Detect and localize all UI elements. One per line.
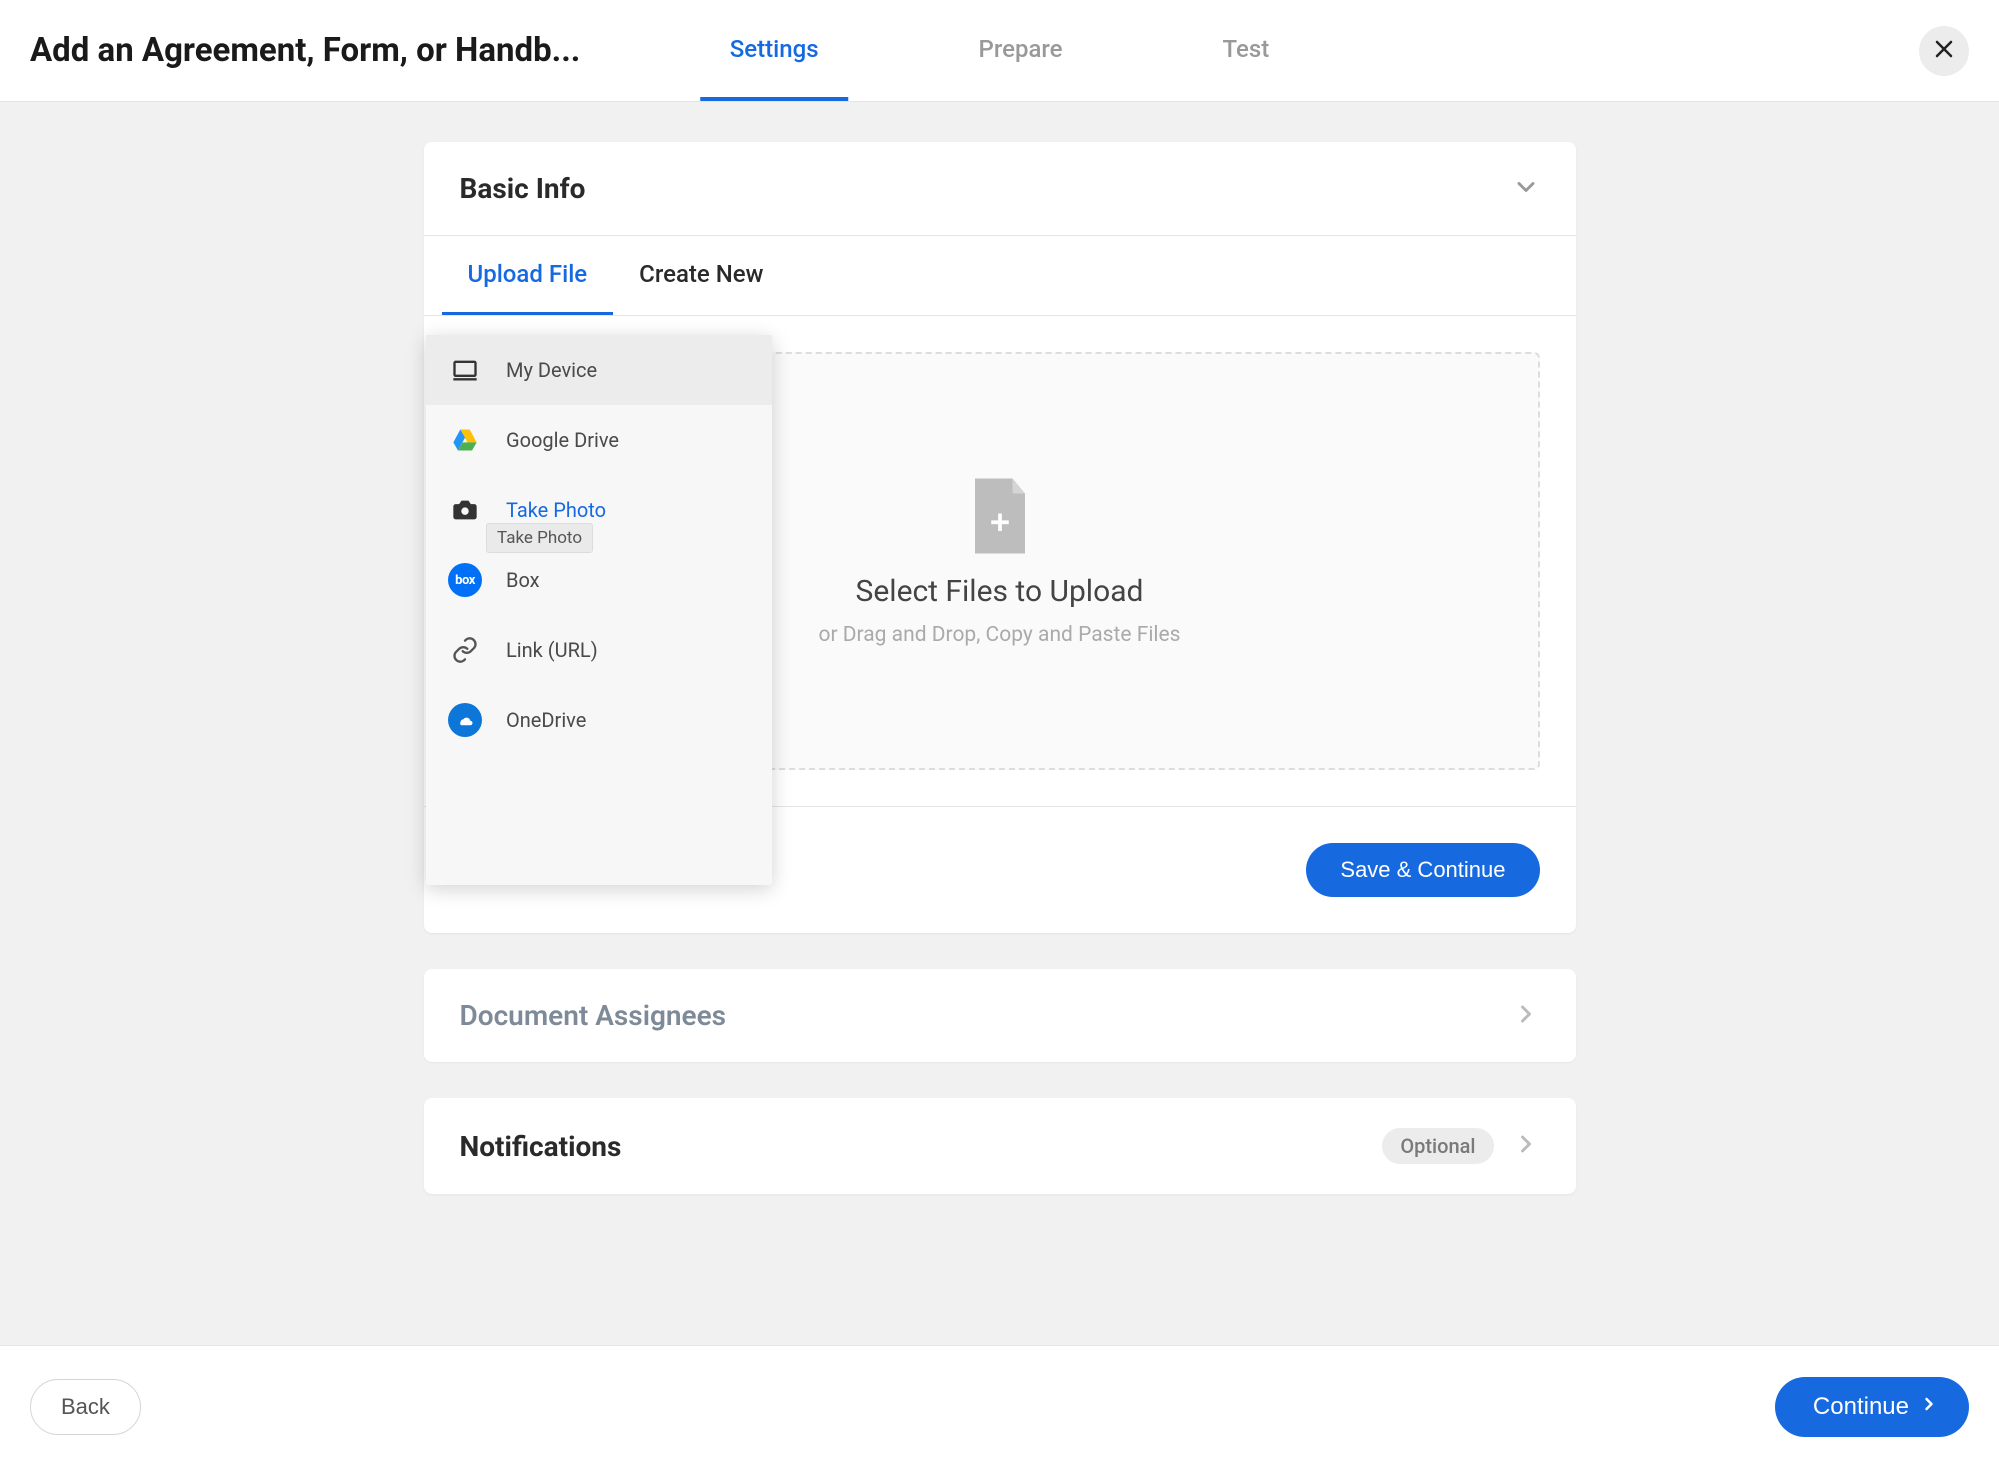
notifications-header[interactable]: Notifications Optional (424, 1098, 1576, 1194)
close-icon (1932, 37, 1956, 65)
source-label: My Device (506, 358, 597, 382)
basic-info-title: Basic Info (460, 172, 586, 205)
document-assignees-title: Document Assignees (460, 999, 727, 1032)
sub-tab-create-new[interactable]: Create New (613, 236, 789, 315)
chevron-down-icon (1512, 173, 1540, 205)
basic-info-header[interactable]: Basic Info (424, 142, 1576, 235)
document-assignees-header[interactable]: Document Assignees (424, 969, 1576, 1062)
notifications-card: Notifications Optional (424, 1098, 1576, 1194)
sub-tabs: Upload File Create New (424, 236, 1576, 316)
upload-source-dropdown: My Device Google Drive Take Photo Take P… (426, 335, 772, 885)
dropzone-title: Select Files to Upload (856, 574, 1144, 609)
device-icon (448, 353, 482, 387)
link-icon (448, 633, 482, 667)
back-button[interactable]: Back (30, 1379, 141, 1435)
chevron-right-icon (1512, 1000, 1540, 1032)
source-label: Box (506, 568, 540, 592)
notifications-title: Notifications (460, 1130, 622, 1163)
tab-prepare[interactable]: Prepare (949, 0, 1093, 101)
take-photo-tooltip: Take Photo (486, 523, 593, 553)
continue-label: Continue (1813, 1393, 1909, 1421)
close-button[interactable] (1919, 26, 1969, 76)
optional-badge: Optional (1382, 1128, 1493, 1164)
document-assignees-card: Document Assignees (424, 969, 1576, 1062)
source-label: Google Drive (506, 428, 619, 452)
source-label: Link (URL) (506, 638, 598, 662)
chevron-right-icon (1512, 1130, 1540, 1162)
box-icon: box (448, 563, 482, 597)
main-content: Basic Info Upload File Create New Select… (0, 102, 1999, 1194)
notifications-header-right: Optional (1382, 1128, 1539, 1164)
top-tabs: Settings Prepare Test (700, 0, 1300, 101)
camera-icon (448, 493, 482, 527)
source-google-drive[interactable]: Google Drive (426, 405, 772, 475)
onedrive-icon (448, 703, 482, 737)
bottom-bar: Back Continue (0, 1345, 1999, 1467)
source-my-device[interactable]: My Device (426, 335, 772, 405)
save-continue-button[interactable]: Save & Continue (1306, 843, 1539, 897)
google-drive-icon (448, 423, 482, 457)
source-take-photo[interactable]: Take Photo Take Photo (426, 475, 772, 545)
continue-button[interactable]: Continue (1775, 1377, 1969, 1437)
tab-settings[interactable]: Settings (700, 0, 849, 101)
source-link-url[interactable]: Link (URL) (426, 615, 772, 685)
header-bar: Add an Agreement, Form, or Handb... Sett… (0, 0, 1999, 102)
chevron-right-icon (1919, 1393, 1939, 1421)
tab-test[interactable]: Test (1193, 0, 1300, 101)
dropzone-subtitle: or Drag and Drop, Copy and Paste Files (818, 623, 1180, 647)
source-label: OneDrive (506, 708, 586, 732)
sub-tab-upload-file[interactable]: Upload File (442, 236, 614, 315)
file-plus-icon (970, 476, 1030, 560)
page-title: Add an Agreement, Form, or Handb... (30, 31, 630, 70)
source-box[interactable]: box Box (426, 545, 772, 615)
source-label: Take Photo (506, 498, 606, 522)
source-onedrive[interactable]: OneDrive (426, 685, 772, 755)
